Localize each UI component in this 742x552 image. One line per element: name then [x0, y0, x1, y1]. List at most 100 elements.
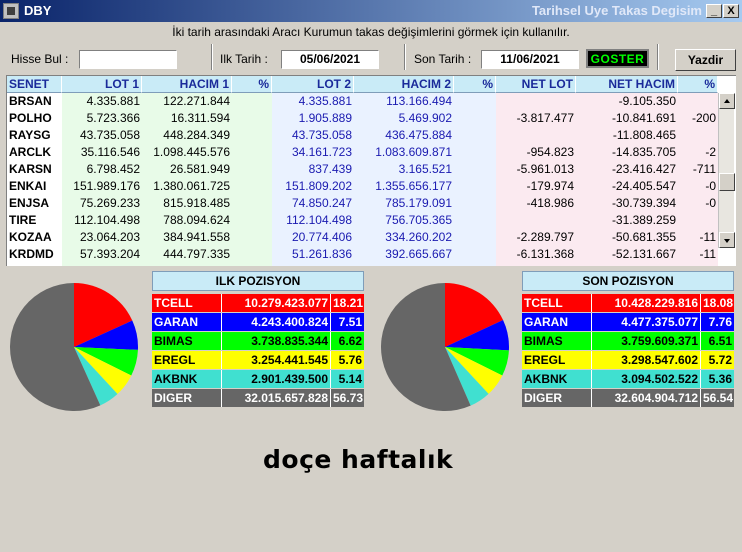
column-header[interactable]: LOT 1: [62, 76, 142, 93]
column-header[interactable]: %: [454, 76, 496, 93]
table-cell[interactable]: 112.104.498: [62, 212, 142, 229]
table-cell[interactable]: -10.841.691: [576, 110, 678, 127]
column-header[interactable]: %: [678, 76, 718, 93]
table-cell[interactable]: [454, 195, 496, 212]
table-cell[interactable]: [454, 246, 496, 263]
table-cell[interactable]: 756.705.365: [354, 212, 454, 229]
row-symbol[interactable]: ENKAI: [7, 178, 62, 195]
end-date-field[interactable]: 11/06/2021: [481, 50, 579, 69]
table-cell[interactable]: 112.104.498: [272, 212, 354, 229]
table-cell[interactable]: 35.116.546: [62, 144, 142, 161]
table-cell[interactable]: 74.850.247: [272, 195, 354, 212]
row-symbol[interactable]: KRDMD: [7, 246, 62, 263]
table-cell[interactable]: -6.131.368: [496, 246, 576, 263]
table-cell[interactable]: -9.105.350: [576, 93, 678, 110]
table-cell[interactable]: 43.735.058: [272, 127, 354, 144]
table-cell[interactable]: -14.835.705: [576, 144, 678, 161]
table-cell[interactable]: 448.284.349: [142, 127, 232, 144]
scroll-thumb[interactable]: [719, 173, 735, 191]
goster-button[interactable]: GOSTER: [586, 49, 649, 68]
row-symbol[interactable]: KARSN: [7, 161, 62, 178]
table-cell[interactable]: -23.416.427: [576, 161, 678, 178]
table-cell[interactable]: 392.665.667: [354, 246, 454, 263]
table-cell[interactable]: -418.986: [496, 195, 576, 212]
table-cell[interactable]: 113.166.494: [354, 93, 454, 110]
row-symbol[interactable]: KOZAA: [7, 229, 62, 246]
table-cell[interactable]: -3.817.477: [496, 110, 576, 127]
table-cell[interactable]: [232, 161, 272, 178]
table-cell[interactable]: -0: [678, 195, 718, 212]
table-cell[interactable]: 75.269.233: [62, 195, 142, 212]
row-symbol[interactable]: ARCLK: [7, 144, 62, 161]
table-cell[interactable]: [678, 212, 718, 229]
table-cell[interactable]: -2: [678, 144, 718, 161]
close-button[interactable]: X: [723, 4, 739, 18]
scroll-up-icon[interactable]: [719, 93, 735, 109]
table-cell[interactable]: 151.989.176: [62, 178, 142, 195]
table-cell[interactable]: -50.681.355: [576, 229, 678, 246]
table-cell[interactable]: -11: [678, 229, 718, 246]
table-cell[interactable]: [232, 110, 272, 127]
table-cell[interactable]: 436.475.884: [354, 127, 454, 144]
table-cell[interactable]: [496, 212, 576, 229]
table-cell[interactable]: [678, 127, 718, 144]
start-date-field[interactable]: 05/06/2021: [281, 50, 379, 69]
table-cell[interactable]: -11: [678, 246, 718, 263]
table-cell[interactable]: 4.335.881: [272, 93, 354, 110]
table-cell[interactable]: 1.098.445.576: [142, 144, 232, 161]
table-cell[interactable]: 5.469.902: [354, 110, 454, 127]
table-cell[interactable]: [232, 212, 272, 229]
table-cell[interactable]: [232, 127, 272, 144]
table-cell[interactable]: 151.809.202: [272, 178, 354, 195]
table-cell[interactable]: [232, 93, 272, 110]
row-symbol[interactable]: POLHO: [7, 110, 62, 127]
table-cell[interactable]: 1.905.889: [272, 110, 354, 127]
column-header[interactable]: LOT 2: [272, 76, 354, 93]
table-cell[interactable]: 1.355.656.177: [354, 178, 454, 195]
table-cell[interactable]: [232, 178, 272, 195]
table-cell[interactable]: -5.961.013: [496, 161, 576, 178]
search-input[interactable]: [79, 50, 177, 69]
takas-grid[interactable]: SENET LOT 1 HACIM 1% LOT 2 HACIM 2% NET LOT NE…: [6, 75, 736, 266]
print-button[interactable]: Yazdir: [675, 49, 736, 71]
table-cell[interactable]: -0: [678, 178, 718, 195]
table-cell[interactable]: 444.797.335: [142, 246, 232, 263]
table-cell[interactable]: 20.774.406: [272, 229, 354, 246]
table-cell[interactable]: [454, 144, 496, 161]
column-header[interactable]: HACIM 2: [354, 76, 454, 93]
table-cell[interactable]: 788.094.624: [142, 212, 232, 229]
table-cell[interactable]: [232, 246, 272, 263]
minimize-button[interactable]: _: [706, 4, 722, 18]
column-header[interactable]: NET HACIM: [576, 76, 678, 93]
table-cell[interactable]: 815.918.485: [142, 195, 232, 212]
table-cell[interactable]: [454, 93, 496, 110]
table-cell[interactable]: 785.179.091: [354, 195, 454, 212]
table-cell[interactable]: 43.735.058: [62, 127, 142, 144]
table-cell[interactable]: [232, 229, 272, 246]
table-cell[interactable]: -11.808.465: [576, 127, 678, 144]
table-cell[interactable]: [496, 93, 576, 110]
table-cell[interactable]: -2.289.797: [496, 229, 576, 246]
table-cell[interactable]: [454, 212, 496, 229]
table-cell[interactable]: 122.271.844: [142, 93, 232, 110]
table-cell[interactable]: -200: [678, 110, 718, 127]
table-cell[interactable]: 4.335.881: [62, 93, 142, 110]
table-cell[interactable]: -31.389.259: [576, 212, 678, 229]
table-cell[interactable]: 57.393.204: [62, 246, 142, 263]
table-cell[interactable]: [496, 127, 576, 144]
table-cell[interactable]: 384.941.558: [142, 229, 232, 246]
table-cell[interactable]: 23.064.203: [62, 229, 142, 246]
table-cell[interactable]: 837.439: [272, 161, 354, 178]
vertical-scrollbar[interactable]: [718, 93, 735, 248]
row-symbol[interactable]: TIRE: [7, 212, 62, 229]
column-header[interactable]: %: [232, 76, 272, 93]
table-cell[interactable]: 16.311.594: [142, 110, 232, 127]
table-cell[interactable]: -30.739.394: [576, 195, 678, 212]
table-cell[interactable]: [454, 161, 496, 178]
table-cell[interactable]: 6.798.452: [62, 161, 142, 178]
table-cell[interactable]: [454, 178, 496, 195]
column-header[interactable]: HACIM 1: [142, 76, 232, 93]
column-header[interactable]: NET LOT: [496, 76, 576, 93]
table-cell[interactable]: [454, 127, 496, 144]
row-symbol[interactable]: RAYSG: [7, 127, 62, 144]
